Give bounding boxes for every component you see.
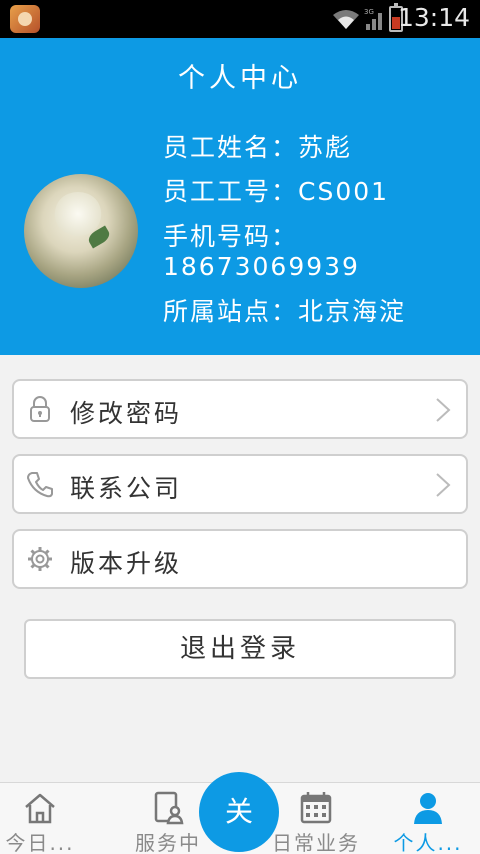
employee-site: 所属站点：北京海淀 xyxy=(163,297,407,326)
tab-today[interactable]: 今日... xyxy=(0,783,80,854)
change-password-button[interactable]: 修改密码 xyxy=(12,379,468,439)
version-upgrade-button[interactable]: 版本升级 xyxy=(12,529,468,589)
contact-company-label: 联系公司 xyxy=(70,474,183,503)
employee-name: 员工姓名：苏彪 xyxy=(163,133,353,162)
app-notification-icon xyxy=(10,5,40,33)
wifi-icon xyxy=(333,10,359,29)
status-clock: 13:14 xyxy=(397,3,470,32)
chevron-right-icon xyxy=(436,398,451,422)
employee-id: 员工工号：CS001 xyxy=(163,177,390,206)
status-bar: 3G 13:14 xyxy=(0,0,480,38)
center-action-button[interactable]: 关 xyxy=(199,772,279,852)
version-upgrade-label: 版本升级 xyxy=(70,549,183,578)
gear-icon xyxy=(28,547,52,571)
contact-company-button[interactable]: 联系公司 xyxy=(12,454,468,514)
lock-icon xyxy=(30,396,50,422)
tab-today-label: 今日... xyxy=(5,831,75,854)
chevron-right-icon xyxy=(436,473,451,497)
calendar-icon xyxy=(300,792,332,824)
employee-phone: 手机号码：18673069939 xyxy=(163,222,360,281)
svg-text:3G: 3G xyxy=(364,8,374,16)
logout-button[interactable]: 退出登录 xyxy=(24,619,456,679)
avatar[interactable] xyxy=(24,174,138,288)
phone-icon xyxy=(27,472,53,498)
home-icon xyxy=(25,793,55,824)
service-icon xyxy=(154,791,184,825)
tab-daily-business-label: 日常业务 xyxy=(272,831,360,854)
signal-icon: 3G xyxy=(364,8,382,30)
person-icon xyxy=(414,793,442,824)
tab-profile-label: 个人... xyxy=(393,831,463,854)
change-password-label: 修改密码 xyxy=(70,399,183,428)
tab-profile[interactable]: 个人... xyxy=(388,783,468,854)
profile-header: 个人中心 员工姓名：苏彪 员工工号：CS001 手机号码：18673069939… xyxy=(0,38,480,355)
page-title: 个人中心 xyxy=(178,63,302,94)
tab-service-label: 服务中 xyxy=(135,831,201,854)
tab-daily-business[interactable]: 日常业务 xyxy=(264,783,368,854)
